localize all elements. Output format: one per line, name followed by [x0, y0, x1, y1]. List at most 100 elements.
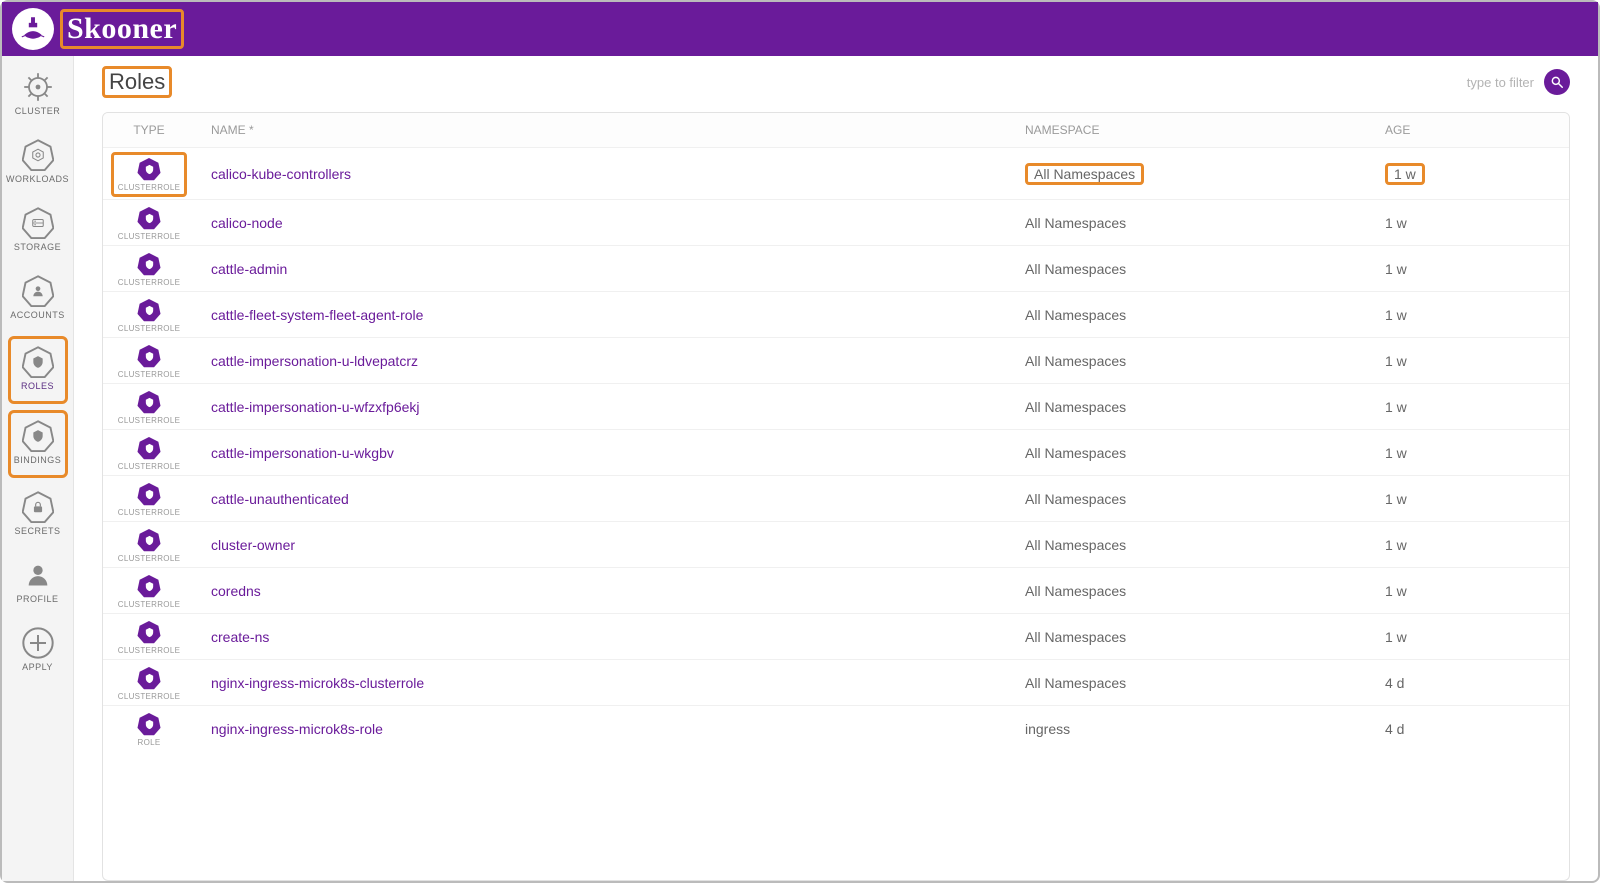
type-label: CLUSTERROLE — [118, 462, 180, 471]
hex-user-icon — [21, 274, 55, 308]
type-cell: CLUSTERROLE — [103, 660, 195, 706]
role-link[interactable]: cattle-unauthenticated — [211, 491, 349, 507]
table-row: CLUSTERROLE cattle-impersonation-u-ldvepa… — [103, 338, 1569, 384]
type-label: CLUSTERROLE — [118, 370, 180, 379]
hex-shield-icon — [21, 345, 55, 379]
type-label: CLUSTERROLE — [118, 646, 180, 655]
table-row: CLUSTERROLEcattle-impersonation-u-wkgbvA… — [103, 430, 1569, 476]
hex-shield-bind-icon — [21, 419, 55, 453]
search-placeholder: type to filter — [1467, 75, 1534, 90]
table-row: CLUSTERROLE cattle-fleet-system-fleet-age… — [103, 292, 1569, 338]
shield-icon — [137, 206, 161, 230]
search-button[interactable] — [1544, 69, 1570, 95]
shield-icon — [137, 252, 161, 276]
header-bar: Skooner — [2, 2, 1598, 56]
namespace-cell: All Namespaces — [1009, 384, 1369, 430]
role-link[interactable]: create-ns — [211, 629, 269, 645]
sidebar-item-apply[interactable]: APPLY — [8, 620, 68, 682]
namespace-cell: ingress — [1009, 706, 1369, 752]
shield-icon — [137, 620, 161, 644]
shield-icon — [137, 344, 161, 368]
namespace-cell: All Namespaces — [1009, 522, 1369, 568]
shield-icon — [137, 666, 161, 690]
shield-icon — [137, 482, 161, 506]
age-cell: 1 w — [1369, 148, 1569, 200]
role-link[interactable]: cattle-impersonation-u-wfzxfp6ekj — [211, 399, 420, 415]
type-cell: CLUSTERROLE — [103, 568, 195, 614]
role-link[interactable]: calico-kube-controllers — [211, 166, 351, 182]
age-cell: 1 w — [1369, 568, 1569, 614]
sidebar-item-label: BINDINGS — [14, 455, 62, 465]
age-cell: 1 w — [1369, 292, 1569, 338]
sidebar-item-bindings[interactable]: BINDINGS — [8, 410, 68, 478]
table-row: CLUSTERROLE create-ns All Namespaces1 w — [103, 614, 1569, 660]
roles-table: TYPE NAME * NAMESPACE AGE CLUSTERROLE cal… — [103, 113, 1569, 751]
table-row: ROLE nginx-ingress-microk8s-role ingress4 … — [103, 706, 1569, 752]
sidebar-item-label: PROFILE — [16, 594, 58, 604]
type-cell: CLUSTERROLE — [103, 476, 195, 522]
type-label: CLUSTERROLE — [118, 600, 180, 609]
sidebar-item-roles[interactable]: ROLES — [8, 336, 68, 404]
role-link[interactable]: cattle-impersonation-u-ldvepatcrz — [211, 353, 418, 369]
plus-icon — [21, 626, 55, 660]
main-content: Roles type to filter TYPE NAME * NAMESPA… — [74, 56, 1598, 881]
sidebar-item-label: STORAGE — [14, 242, 61, 252]
shield-icon — [137, 712, 161, 736]
role-link[interactable]: nginx-ingress-microk8s-role — [211, 721, 383, 737]
namespace-cell: All Namespaces — [1009, 292, 1369, 338]
sidebar-item-label: SECRETS — [14, 526, 60, 536]
col-type[interactable]: TYPE — [103, 113, 195, 148]
namespace-cell: All Namespaces — [1009, 476, 1369, 522]
logo-icon[interactable] — [12, 8, 54, 50]
helm-icon — [21, 70, 55, 104]
sidebar-item-profile[interactable]: PROFILE — [8, 552, 68, 614]
type-cell: CLUSTERROLE — [103, 614, 195, 660]
sidebar-item-accounts[interactable]: ACCOUNTS — [8, 268, 68, 330]
page-title: Roles — [109, 69, 165, 94]
hex-nut-icon — [21, 138, 55, 172]
namespace-cell: All Namespaces — [1009, 246, 1369, 292]
age-cell: 1 w — [1369, 384, 1569, 430]
sidebar-item-secrets[interactable]: SECRETS — [8, 484, 68, 546]
sidebar: CLUSTER WORKLOADS STORAGE ACCOUNTS ROLES BIND… — [2, 56, 74, 881]
sidebar-item-label: CLUSTER — [15, 106, 61, 116]
type-label: CLUSTERROLE — [118, 183, 180, 192]
type-cell: CLUSTERROLE — [103, 246, 195, 292]
sidebar-item-label: ACCOUNTS — [10, 310, 65, 320]
age-cell: 1 w — [1369, 614, 1569, 660]
profile-icon — [21, 558, 55, 592]
shield-icon — [137, 574, 161, 598]
type-cell: CLUSTERROLE — [103, 200, 195, 246]
sidebar-item-workloads[interactable]: WORKLOADS — [8, 132, 68, 194]
role-link[interactable]: calico-node — [211, 215, 283, 231]
role-link[interactable]: cluster-owner — [211, 537, 295, 553]
namespace-cell: All Namespaces — [1009, 660, 1369, 706]
role-link[interactable]: coredns — [211, 583, 261, 599]
type-label: CLUSTERROLE — [118, 692, 180, 701]
shield-icon — [137, 528, 161, 552]
role-link[interactable]: cattle-fleet-system-fleet-agent-role — [211, 307, 423, 323]
type-label: CLUSTERROLE — [118, 278, 180, 287]
type-cell: CLUSTERROLE — [103, 292, 195, 338]
type-label: ROLE — [138, 738, 161, 747]
namespace-cell: All Namespaces — [1009, 200, 1369, 246]
age-cell: 1 w — [1369, 200, 1569, 246]
role-link[interactable]: nginx-ingress-microk8s-clusterrole — [211, 675, 424, 691]
table-row: CLUSTERROLEcalico-kube-controllersAll Na… — [103, 148, 1569, 200]
type-cell: CLUSTERROLE — [103, 338, 195, 384]
age-cell: 1 w — [1369, 522, 1569, 568]
namespace-cell: All Namespaces — [1009, 614, 1369, 660]
type-label: CLUSTERROLE — [118, 416, 180, 425]
col-namespace[interactable]: NAMESPACE — [1009, 113, 1369, 148]
col-age[interactable]: AGE — [1369, 113, 1569, 148]
sidebar-item-label: WORKLOADS — [6, 174, 69, 184]
age-cell: 4 d — [1369, 706, 1569, 752]
brand-name[interactable]: Skooner — [67, 12, 177, 45]
col-name[interactable]: NAME * — [195, 113, 1009, 148]
role-link[interactable]: cattle-impersonation-u-wkgbv — [211, 445, 394, 461]
sidebar-item-cluster[interactable]: CLUSTER — [8, 64, 68, 126]
sidebar-item-storage[interactable]: STORAGE — [8, 200, 68, 262]
role-link[interactable]: cattle-admin — [211, 261, 287, 277]
type-cell: CLUSTERROLE — [103, 148, 195, 200]
table-row: CLUSTERROLE cattle-impersonation-u-wfzxfp… — [103, 384, 1569, 430]
